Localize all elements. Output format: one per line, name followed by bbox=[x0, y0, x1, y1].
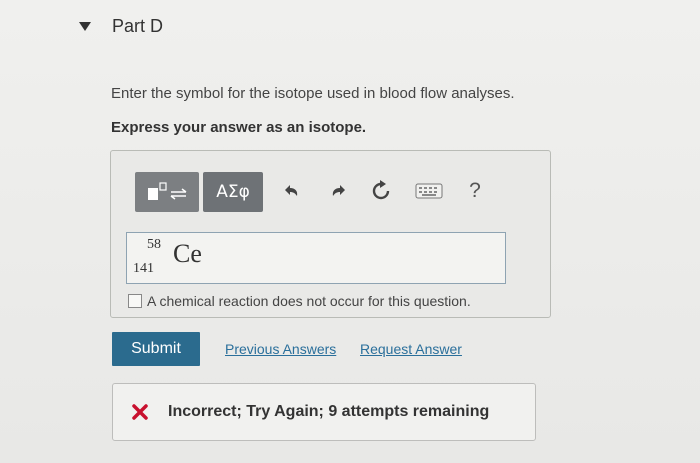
answer-input[interactable]: 58 141 Ce bbox=[126, 232, 506, 284]
help-icon[interactable]: ? bbox=[462, 177, 488, 205]
question-prompt: Enter the symbol for the isotope used in… bbox=[111, 85, 515, 102]
page: Part D Enter the symbol for the isotope … bbox=[0, 0, 700, 463]
request-answer-link[interactable]: Request Answer bbox=[360, 341, 462, 357]
mass-number: 58 bbox=[147, 237, 161, 252]
incorrect-x-icon bbox=[132, 404, 148, 420]
previous-answers-link[interactable]: Previous Answers bbox=[225, 341, 336, 357]
answer-instruction: Express your answer as an isotope. bbox=[111, 119, 367, 136]
no-reaction-option[interactable]: A chemical reaction does not occur for t… bbox=[128, 292, 471, 310]
feedback-text: Incorrect; Try Again; 9 attempts remaini… bbox=[168, 403, 490, 420]
atomic-number: 141 bbox=[133, 261, 154, 276]
symbols-button[interactable]: ΑΣφ bbox=[203, 172, 263, 212]
undo-icon[interactable] bbox=[278, 178, 304, 204]
no-reaction-label: A chemical reaction does not occur for t… bbox=[147, 293, 471, 309]
submit-button[interactable]: Submit bbox=[112, 332, 200, 366]
templates-icon[interactable] bbox=[135, 172, 199, 212]
no-reaction-checkbox[interactable] bbox=[128, 294, 142, 308]
redo-icon[interactable] bbox=[326, 178, 352, 204]
reset-icon[interactable] bbox=[368, 178, 394, 204]
part-title: Part D bbox=[112, 16, 164, 36]
collapse-triangle-icon[interactable] bbox=[76, 18, 94, 34]
element-symbol: Ce bbox=[173, 239, 202, 268]
keyboard-icon[interactable] bbox=[414, 178, 444, 204]
